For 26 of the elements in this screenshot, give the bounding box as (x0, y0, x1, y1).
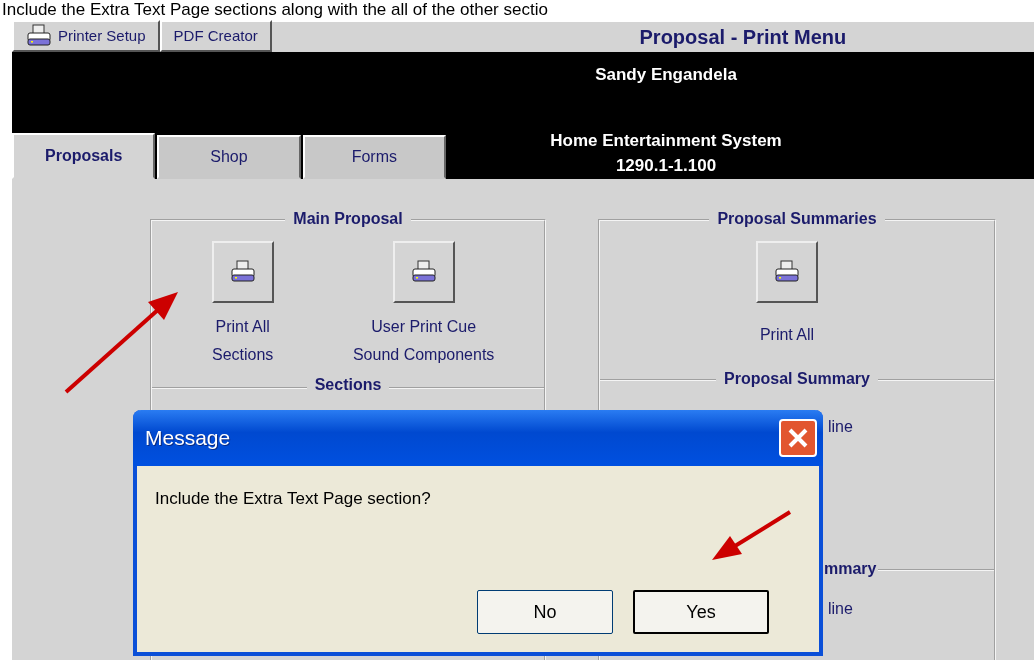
printer-icon (26, 24, 52, 48)
window-title: Proposal - Print Menu (639, 25, 847, 50)
close-button[interactable] (779, 419, 817, 457)
client-name: Sandy Engandela (594, 64, 738, 86)
print-button[interactable] (211, 240, 274, 303)
printer-icon (774, 259, 800, 284)
print-button[interactable] (392, 240, 455, 303)
dialog-title: Message (145, 425, 231, 452)
action-label: Print All Sections (211, 316, 274, 365)
printer-setup-button[interactable]: Printer Setup (12, 20, 160, 52)
printer-icon (229, 259, 256, 284)
tab[interactable]: Forms (302, 134, 446, 179)
pdf-creator-button[interactable]: PDF Creator (159, 20, 272, 52)
action-label: Print All (759, 324, 815, 345)
caption-text: Include the Extra Text Page sections along with the all of the other sectio (1, 0, 549, 20)
project-number: 1290.1-1.100 (614, 155, 718, 177)
close-icon (787, 427, 809, 449)
dialog-button[interactable]: No (477, 590, 613, 634)
dialog-message: Include the Extra Text Page section? (155, 488, 431, 510)
project-name: Home Entertainment System (549, 129, 783, 152)
printer-icon (410, 259, 437, 284)
action-label: User Print Cue Sound Components (352, 316, 495, 365)
print-button[interactable] (756, 240, 818, 303)
dialog-button[interactable]: Yes (633, 590, 769, 634)
tab[interactable]: Proposals (12, 132, 156, 179)
tab[interactable]: Shop (157, 134, 301, 179)
